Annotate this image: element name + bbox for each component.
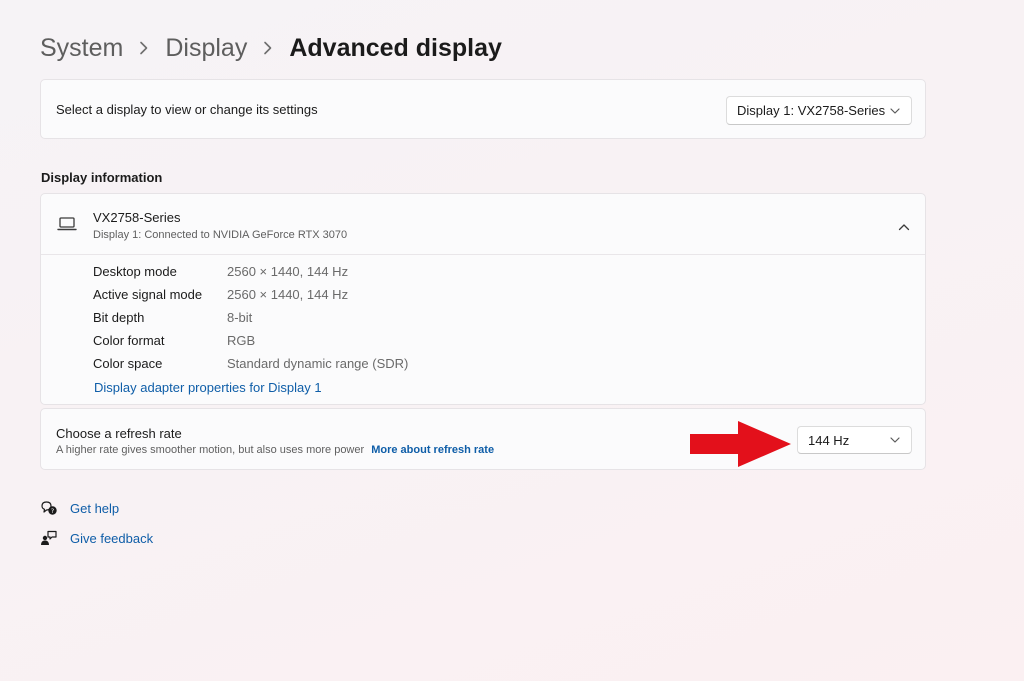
laptop-icon <box>57 216 77 237</box>
breadcrumb-system[interactable]: System <box>40 34 123 63</box>
refresh-rate-value: 144 Hz <box>808 432 850 448</box>
monitor-connection: Display 1: Connected to NVIDIA GeForce R… <box>93 229 348 241</box>
page-title: Advanced display <box>289 33 502 62</box>
chevron-down-icon <box>890 427 900 453</box>
display-select-dropdown[interactable]: Display 1: VX2758-Series <box>726 96 912 125</box>
give-feedback-link[interactable]: Give feedback <box>40 529 153 547</box>
info-value: 2560 × 1440, 144 Hz <box>227 264 349 279</box>
breadcrumb-display[interactable]: Display <box>165 34 247 63</box>
info-label: Color space <box>93 356 163 371</box>
display-select-card: Select a display to view or change its s… <box>40 79 926 139</box>
refresh-rate-dropdown[interactable]: 144 Hz <box>797 426 912 454</box>
info-value: RGB <box>227 333 256 348</box>
info-value: 8-bit <box>227 310 253 325</box>
info-label: Color format <box>93 333 165 348</box>
get-help-link[interactable]: ? Get help <box>40 499 119 517</box>
refresh-rate-title: Choose a refresh rate <box>56 426 182 441</box>
display-adapter-properties-link[interactable]: Display adapter properties for Display 1 <box>94 380 322 395</box>
info-value: 2560 × 1440, 144 Hz <box>227 287 349 302</box>
give-feedback-label: Give feedback <box>70 530 154 546</box>
breadcrumb: System Display Advanced display <box>40 28 502 68</box>
info-row-color-space: Color space Standard dynamic range (SDR) <box>93 352 408 375</box>
chevron-up-icon <box>898 218 910 236</box>
display-information-heading: Display information <box>41 170 163 185</box>
refresh-rate-card: Choose a refresh rate A higher rate give… <box>40 408 926 470</box>
info-value: Standard dynamic range (SDR) <box>227 356 409 371</box>
more-about-refresh-rate-link[interactable]: More about refresh rate <box>371 444 494 456</box>
info-row-bit-depth: Bit depth 8-bit <box>93 306 408 329</box>
chevron-down-icon <box>890 97 900 124</box>
info-row-color-format: Color format RGB <box>93 329 408 352</box>
display-info-expander[interactable]: VX2758-Series Display 1: Connected to NV… <box>41 194 925 255</box>
svg-text:?: ? <box>51 507 54 515</box>
red-arrow-icon <box>688 420 792 473</box>
chevron-right-icon <box>263 41 273 55</box>
info-label: Active signal mode <box>93 287 203 302</box>
help-chat-icon: ? <box>40 499 62 517</box>
monitor-name: VX2758-Series <box>93 210 181 225</box>
feedback-icon <box>40 529 62 547</box>
info-label: Desktop mode <box>93 264 177 279</box>
display-select-value: Display 1: VX2758-Series <box>737 103 886 118</box>
chevron-right-icon <box>139 41 149 55</box>
get-help-label: Get help <box>70 500 120 516</box>
display-select-label: Select a display to view or change its s… <box>56 102 318 117</box>
info-label: Bit depth <box>93 310 145 325</box>
display-info-card: VX2758-Series Display 1: Connected to NV… <box>40 193 926 405</box>
display-info-rows: Desktop mode 2560 × 1440, 144 Hz Active … <box>93 260 408 375</box>
refresh-rate-description: A higher rate gives smoother motion, but… <box>56 444 494 456</box>
info-row-desktop-mode: Desktop mode 2560 × 1440, 144 Hz <box>93 260 408 283</box>
refresh-rate-description-text: A higher rate gives smoother motion, but… <box>56 444 365 456</box>
info-row-active-signal-mode: Active signal mode 2560 × 1440, 144 Hz <box>93 283 408 306</box>
